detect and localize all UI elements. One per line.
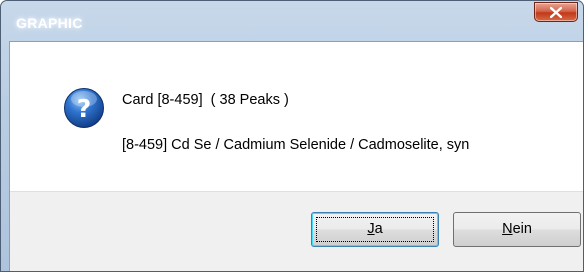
- close-icon: [550, 7, 562, 18]
- dialog-window: GRAPHIC ? Card [8-459] ( 38 Peaks ) [8-4…: [0, 0, 584, 272]
- message-card-details: [8-459] Cd Se / Cadmium Selenide / Cadmo…: [122, 137, 470, 153]
- dialog-content: ? Card [8-459] ( 38 Peaks ) [8-459] Cd S…: [9, 41, 583, 271]
- yes-label-rest: a: [374, 221, 383, 237]
- yes-button[interactable]: Ja: [311, 212, 439, 247]
- window-title: GRAPHIC: [16, 15, 83, 31]
- question-icon: ?: [64, 88, 104, 128]
- title-bar[interactable]: GRAPHIC: [1, 1, 583, 41]
- no-mnemonic: N: [502, 221, 513, 237]
- yes-mnemonic: J: [367, 221, 375, 237]
- no-label-rest: ein: [512, 221, 532, 237]
- button-bar: Ja Nein: [10, 191, 583, 271]
- svg-text:?: ?: [77, 94, 92, 123]
- close-button[interactable]: [534, 2, 578, 22]
- no-button[interactable]: Nein: [453, 212, 581, 247]
- message-card-title: Card [8-459] ( 38 Peaks ): [122, 92, 289, 108]
